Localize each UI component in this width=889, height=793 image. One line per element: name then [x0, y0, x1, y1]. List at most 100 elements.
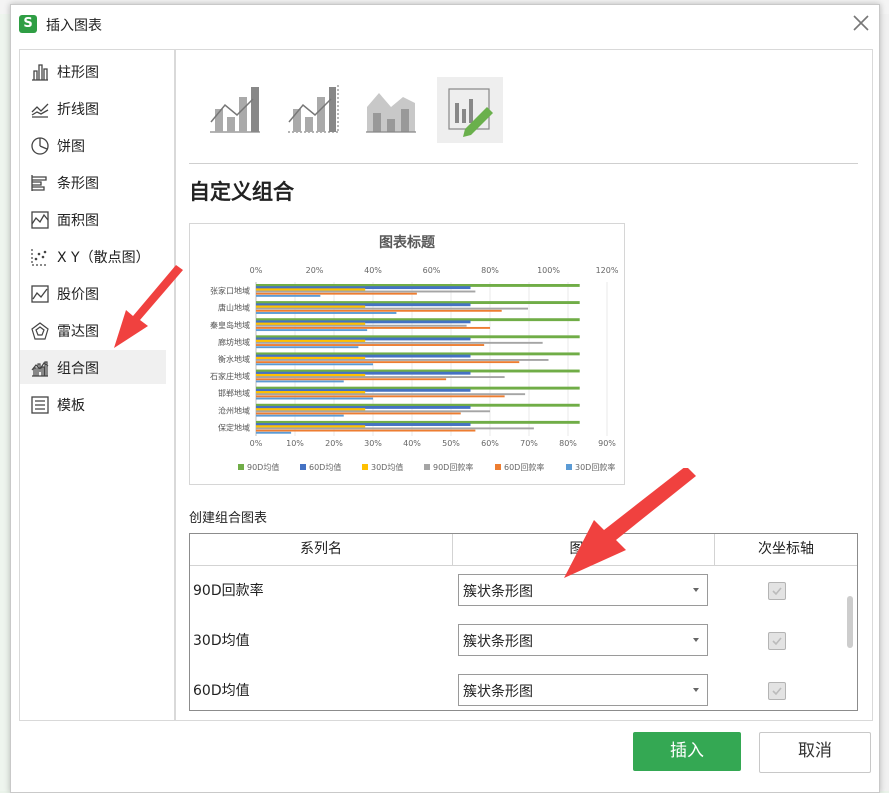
sidebar-item-scatter[interactable]: X Y（散点图） [20, 239, 166, 273]
chart-type-select[interactable]: 簇状条形图 [458, 624, 708, 656]
app-logo-icon: S [19, 15, 37, 33]
header-series-name: 系列名 [190, 534, 453, 566]
chart-type-select[interactable]: 簇状条形图 [458, 574, 708, 606]
legend-entry: 90D回款率 [433, 462, 473, 472]
bottom-axis-tick-label: 40% [403, 439, 421, 448]
row-series-name: 90D回款率 [193, 583, 264, 599]
bar [256, 395, 505, 398]
chevron-down-icon [693, 638, 699, 642]
bar [256, 412, 461, 415]
sidebar-item-line[interactable]: 折线图 [20, 91, 166, 125]
legend-entry: 30D均值 [371, 462, 403, 472]
insert-chart-dialog: S 插入图表 柱形图 折线图 饼图 条形图 面积图 X Y（散点图） 股价图 雷… [10, 4, 880, 793]
bar [256, 294, 321, 297]
bar [256, 427, 534, 430]
bar-chart-icon [31, 175, 47, 191]
chart-type-sidebar: 柱形图 折线图 饼图 条形图 面积图 X Y（散点图） 股价图 雷达图 组合图 … [19, 49, 176, 721]
category-label: 张家口地域 [210, 286, 250, 296]
subtype-column-line-secondary-button[interactable] [281, 77, 347, 143]
bar [256, 429, 476, 432]
bar [256, 397, 373, 400]
category-label: 衡水地域 [218, 354, 250, 364]
row-series-name: 60D均值 [193, 683, 250, 699]
sidebar-item-label: 股价图 [57, 287, 99, 303]
bar [256, 312, 397, 314]
bar [256, 376, 505, 379]
sidebar-item-bar[interactable]: 条形图 [20, 165, 166, 199]
header-secondary-axis: 次坐标轴 [715, 534, 857, 566]
bar [256, 290, 476, 293]
subtype-column-line-button[interactable] [203, 77, 269, 143]
bar [256, 431, 292, 434]
check-icon [772, 637, 782, 646]
bar [256, 359, 549, 361]
row-series-name: 30D均值 [193, 633, 250, 649]
bar [256, 393, 526, 396]
insert-button[interactable]: 插入 [633, 732, 741, 771]
legend-swatch [566, 464, 572, 470]
combo-custom-icon [448, 88, 493, 137]
bar [256, 341, 543, 344]
table-scrollbar[interactable] [847, 596, 853, 648]
select-value: 簇状条形图 [463, 684, 533, 700]
top-axis-tick-label: 120% [596, 266, 619, 275]
column-chart-icon [32, 64, 48, 81]
category-label: 沧州地域 [218, 405, 250, 415]
radar-chart-icon [31, 322, 49, 340]
bottom-axis-tick-label: 30% [364, 439, 382, 448]
sidebar-item-label: 饼图 [57, 139, 85, 155]
combo-column-line-icon [210, 87, 260, 133]
secondary-axis-checkbox[interactable] [768, 682, 786, 700]
secondary-axis-checkbox[interactable] [768, 582, 786, 600]
pie-chart-icon [31, 137, 49, 155]
sidebar-item-label: 条形图 [57, 176, 99, 192]
sidebar-item-label: 模板 [57, 398, 85, 414]
bar [256, 346, 359, 349]
divider [189, 163, 858, 164]
sidebar-item-pie[interactable]: 饼图 [20, 128, 166, 162]
legend-entry: 90D均值 [247, 462, 279, 472]
bottom-axis-tick-label: 60% [481, 439, 499, 448]
bottom-axis-tick-label: 10% [286, 439, 304, 448]
legend-swatch [495, 464, 501, 470]
close-icon [853, 15, 869, 31]
stock-chart-icon [31, 285, 49, 303]
bottom-axis-tick-label: 50% [442, 439, 460, 448]
legend-entry: 60D回款率 [504, 462, 544, 472]
sidebar-item-label: 组合图 [57, 361, 99, 377]
chart-preview-svg: 图表标题 0% 20% 40% 60% 80% 100% 120% 0% 10% 20% 30% 40%… [210, 234, 619, 472]
dialog-titlebar: S 插入图表 [11, 5, 879, 43]
bar [256, 307, 529, 310]
top-axis-tick-label: 20% [306, 266, 324, 275]
bottom-axis-tick-label: 90% [598, 439, 616, 448]
bottom-axis-tick-label: 20% [325, 439, 343, 448]
bar [256, 410, 490, 413]
sidebar-item-area[interactable]: 面积图 [20, 202, 166, 236]
chevron-down-icon [693, 688, 699, 692]
template-icon [31, 396, 49, 414]
bar [256, 292, 417, 295]
sidebar-item-radar[interactable]: 雷达图 [20, 313, 166, 347]
category-label: 保定地域 [218, 422, 250, 432]
combo-column-line-secondary-axis-icon [288, 85, 339, 133]
scatter-chart-icon [31, 249, 48, 266]
legend-entry: 30D回款率 [575, 462, 615, 472]
close-button[interactable] [849, 11, 873, 35]
sidebar-item-column[interactable]: 柱形图 [20, 54, 166, 88]
bar [256, 324, 467, 327]
bottom-axis-tick-label: 80% [559, 439, 577, 448]
chart-type-select[interactable]: 簇状条形图 [458, 674, 708, 706]
sidebar-item-combo[interactable]: 组合图 [20, 350, 166, 384]
dialog-title: 插入图表 [46, 18, 102, 34]
sidebar-item-stock[interactable]: 股价图 [20, 276, 166, 310]
top-axis-tick-label: 40% [364, 266, 382, 275]
bottom-axis-tick-label: 0% [250, 439, 263, 448]
subtype-area-column-button[interactable] [359, 77, 425, 143]
cancel-button[interactable]: 取消 [759, 732, 871, 773]
secondary-axis-checkbox[interactable] [768, 632, 786, 650]
legend-swatch [424, 464, 430, 470]
bar [256, 326, 490, 329]
subtype-custom-combo-button[interactable] [437, 77, 503, 143]
sidebar-item-template[interactable]: 模板 [20, 387, 166, 421]
sidebar-item-label: 雷达图 [57, 324, 99, 340]
